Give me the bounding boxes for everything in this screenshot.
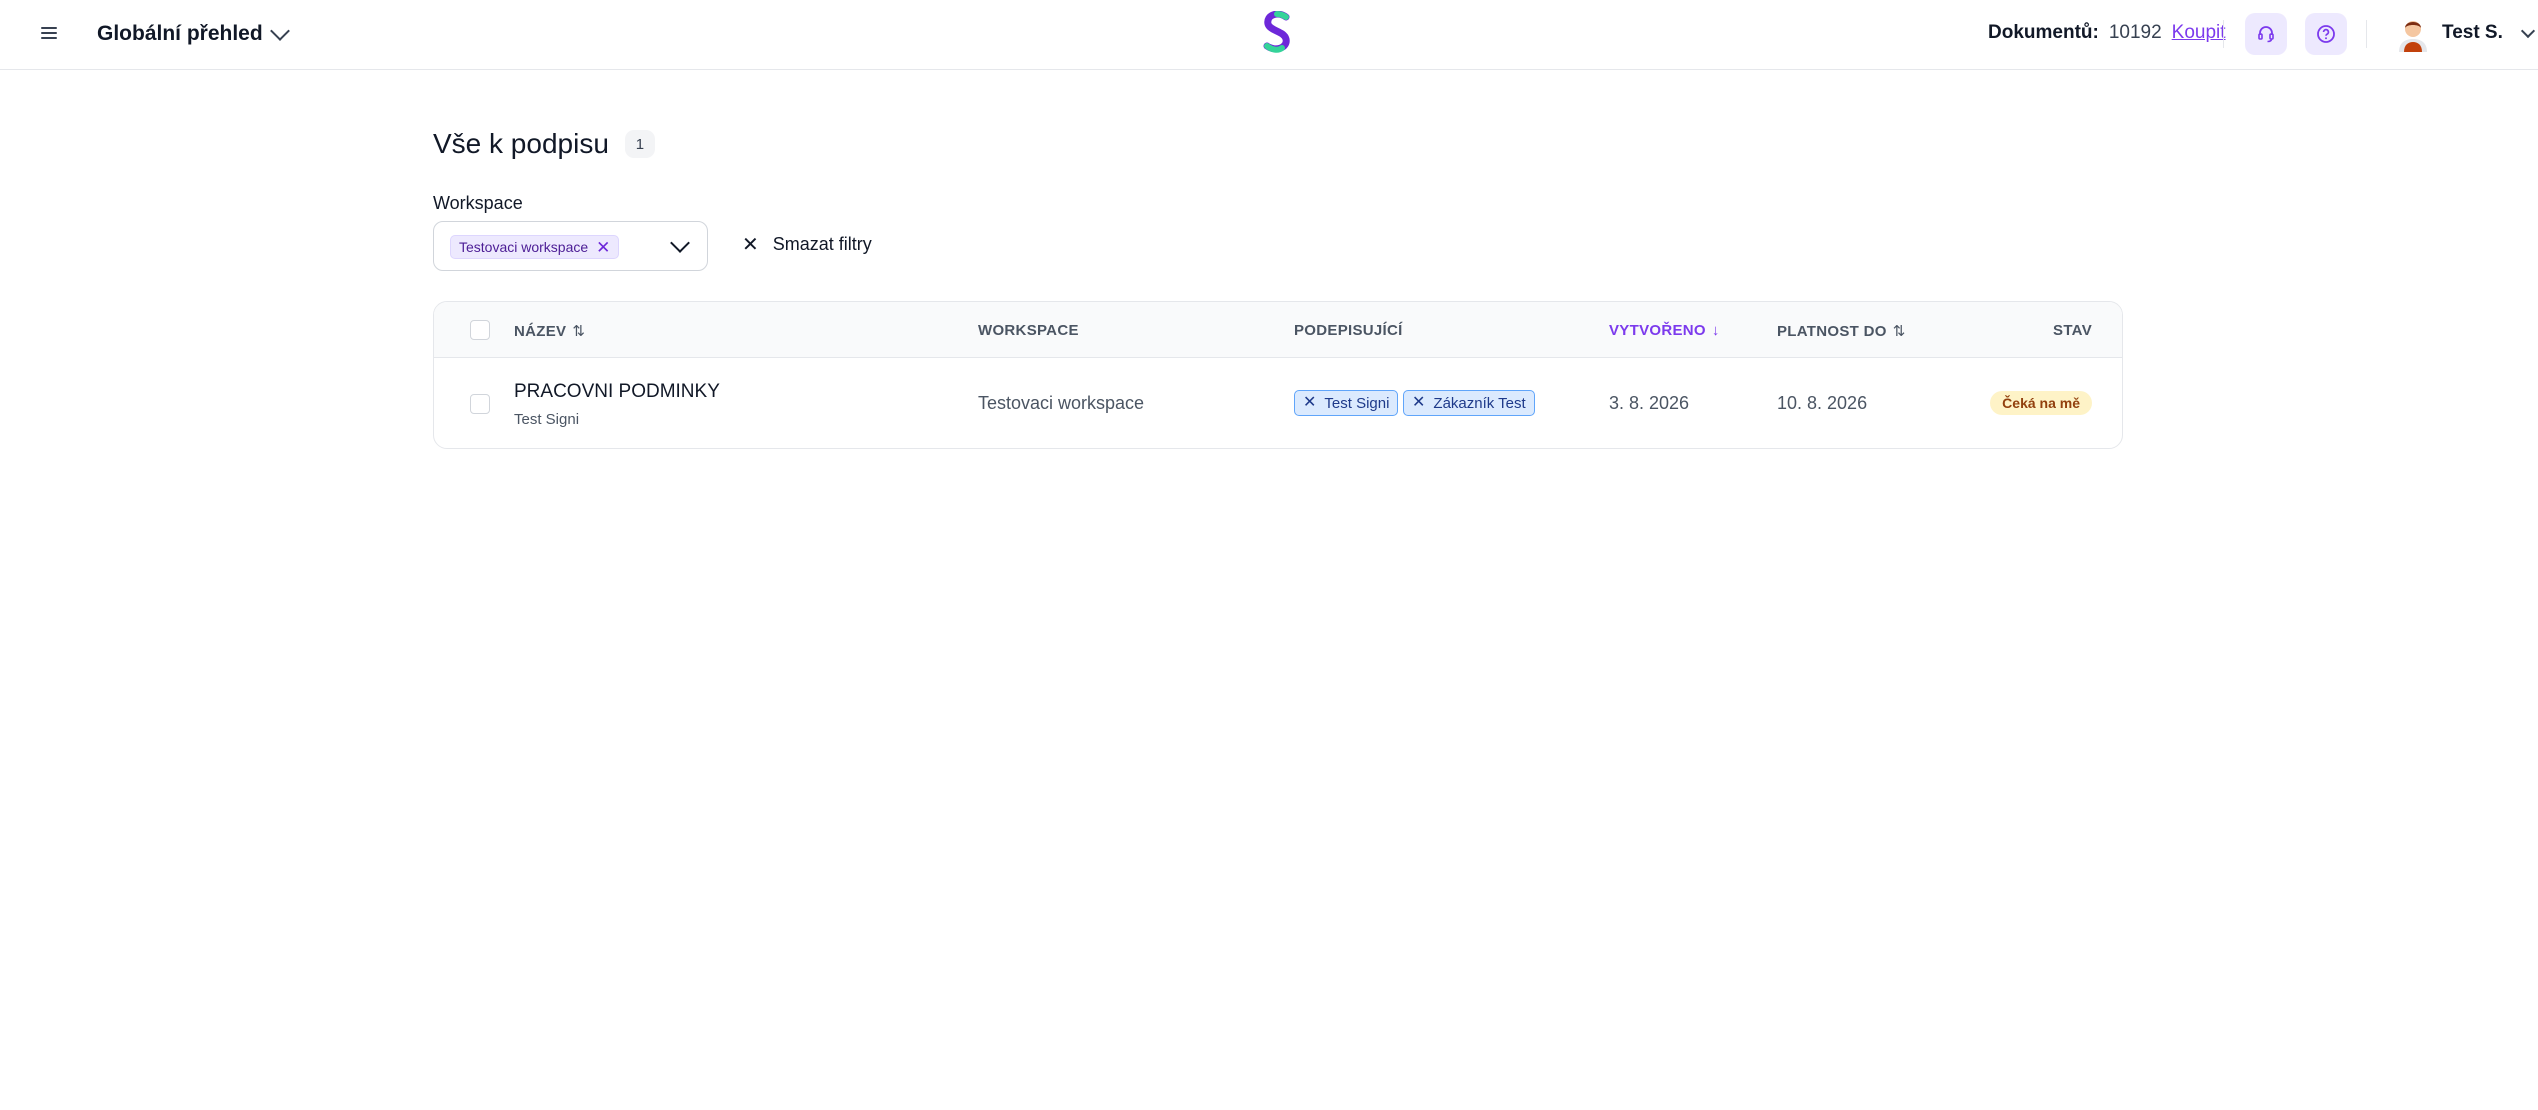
chevron-down-icon[interactable] [670, 233, 690, 253]
remove-signer-icon[interactable]: ✕ [1303, 395, 1316, 411]
divider [2366, 20, 2367, 48]
signer-name: Zákazník Test [1433, 394, 1526, 412]
remove-chip-icon[interactable]: ✕ [596, 239, 610, 256]
divider [2223, 20, 2224, 48]
column-header-signers: PODEPISUJÍCÍ [1294, 322, 1403, 339]
column-header-name[interactable]: NÁZEV ⇅ [514, 322, 586, 341]
buy-link[interactable]: Koupit [2172, 22, 2226, 44]
user-menu[interactable]: Test S. [2396, 14, 2535, 52]
clear-filters-label: Smazat filtry [772, 234, 872, 254]
row-valid-until: 10. 8. 2026 [1777, 393, 1868, 413]
documents-table: NÁZEV ⇅ WORKSPACE PODEPISUJÍCÍ VYTVOŘENO… [433, 301, 2123, 449]
workspace-chip-label: Testovaci workspace [459, 239, 589, 255]
documents-label: Dokumentů: [1988, 22, 2099, 43]
clear-filters-button[interactable]: ✕ Smazat filtry [742, 234, 872, 255]
row-checkbox[interactable] [470, 394, 490, 414]
help-button[interactable] [2305, 13, 2347, 55]
documents-count: 10192 [2108, 22, 2162, 43]
headset-icon [2258, 26, 2274, 43]
select-all-checkbox[interactable] [470, 320, 490, 340]
document-counter: Dokumentů: 10192 Koupit [1988, 22, 2226, 44]
workspace-filter-label: Workspace [433, 193, 523, 213]
document-name[interactable]: PRACOVNI PODMINKY [514, 381, 720, 403]
top-bar: Globální přehled Dokumentů: 10192 Koupit [0, 0, 2538, 70]
workspace-chip: Testovaci workspace ✕ [450, 235, 620, 259]
workspace-select[interactable]: Testovaci workspace ✕ [433, 221, 708, 271]
column-header-status: STAV [2053, 322, 2092, 339]
avatar [2399, 21, 2427, 52]
chevron-down-icon [2520, 23, 2535, 38]
view-switcher[interactable]: Globální přehled [97, 18, 290, 50]
column-header-valid-until[interactable]: PLATNOST DO ⇅ [1777, 322, 1906, 341]
sort-icon: ⇅ [572, 323, 586, 340]
row-workspace: Testovaci workspace [978, 393, 1145, 413]
count-badge: 1 [624, 130, 655, 158]
chevron-down-icon [269, 20, 290, 41]
signer-chip: ✕ Test Signi [1294, 390, 1399, 416]
document-owner: Test Signi [514, 411, 580, 428]
row-created-date: 3. 8. 2026 [1609, 393, 1690, 413]
status-badge: Čeká na mě [1990, 391, 2092, 415]
sort-desc-icon: ↓ [1711, 322, 1720, 339]
view-title: Globální přehled [97, 22, 263, 45]
table-header: NÁZEV ⇅ WORKSPACE PODEPISUJÍCÍ VYTVOŘENO… [434, 302, 2122, 358]
column-header-workspace: WORKSPACE [978, 322, 1079, 339]
page-title: Vše k podpisu 1 [433, 128, 655, 160]
user-name: Test S. [2442, 22, 2503, 43]
signer-chip: ✕ Zákazník Test [1403, 390, 1535, 416]
support-button[interactable] [2245, 13, 2287, 55]
logo[interactable] [1258, 11, 1298, 53]
table-row[interactable]: PRACOVNI PODMINKY Test Signi Testovaci w… [434, 359, 2122, 448]
signer-name: Test Signi [1324, 394, 1390, 412]
help-icon [2317, 25, 2335, 43]
page-heading: Vše k podpisu [433, 128, 609, 159]
close-icon: ✕ [742, 233, 759, 256]
remove-signer-icon[interactable]: ✕ [1412, 395, 1425, 411]
menu-icon[interactable] [38, 22, 60, 44]
column-header-created[interactable]: VYTVOŘENO ↓ [1609, 322, 1720, 339]
sort-icon: ⇅ [1892, 323, 1906, 340]
